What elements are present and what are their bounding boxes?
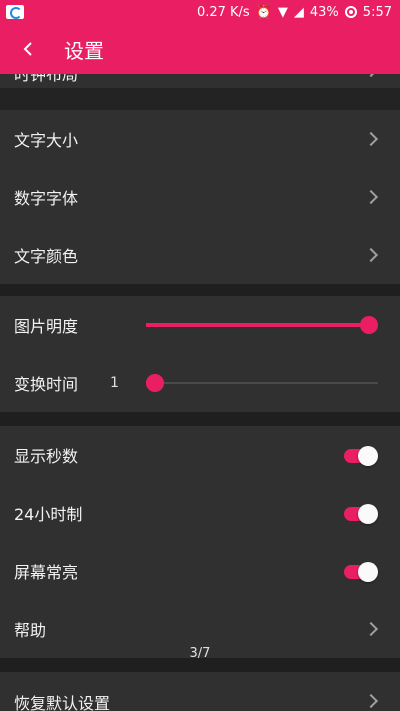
toggle-knob — [358, 562, 378, 582]
status-left — [6, 5, 24, 19]
chevron-right-icon — [363, 189, 379, 205]
status-bar: 0.27 K/s ⏰ ▼ ◢ 43% 5:57 — [0, 0, 400, 24]
notification-icon — [6, 5, 24, 19]
section-divider — [0, 412, 400, 426]
slider-thumb[interactable] — [146, 374, 164, 392]
settings-item-label: 文字大小 — [14, 131, 79, 150]
settings-item-label: 数字字体 — [14, 189, 79, 208]
chevron-right-icon — [363, 693, 379, 709]
settings-item-label: 文字颜色 — [14, 247, 79, 266]
settings-item-label: 时钟布局 — [14, 74, 79, 84]
settings-item-restore-defaults[interactable]: 恢复默认设置 — [0, 672, 400, 711]
screen-on-toggle[interactable] — [344, 562, 378, 582]
slider-track — [146, 382, 378, 384]
battery-circle-icon — [344, 6, 357, 18]
settings-list[interactable]: 时钟布局 文字大小 数字字体 文字颜色 图片明度 变换时间 1 显示秒数 24小… — [0, 74, 400, 711]
chevron-right-icon — [363, 131, 379, 147]
back-arrow-icon — [23, 42, 32, 56]
switch-time-value: 1 — [110, 375, 119, 391]
settings-item-label: 24小时制 — [14, 505, 83, 524]
settings-item-label: 显示秒数 — [14, 447, 79, 466]
chevron-right-icon — [363, 74, 379, 78]
section-divider — [0, 284, 400, 296]
app-bar: 设置 — [0, 24, 400, 74]
brightness-slider[interactable] — [146, 315, 378, 335]
clock-time: 5:57 — [362, 4, 392, 20]
settings-item-label: 图片明度 — [14, 317, 79, 336]
back-button[interactable] — [0, 24, 56, 74]
slider-fill — [146, 323, 369, 327]
network-speed: 0.27 K/s — [196, 4, 250, 20]
settings-item-screen-on[interactable]: 屏幕常亮 — [0, 542, 400, 600]
settings-item-text-size[interactable]: 文字大小 — [0, 110, 400, 168]
settings-item-switch-time[interactable]: 变换时间 1 — [0, 354, 400, 412]
settings-item-show-seconds[interactable]: 显示秒数 — [0, 426, 400, 484]
switch-time-slider[interactable] — [146, 373, 378, 393]
settings-item-label: 帮助 — [14, 621, 47, 640]
signal-icon: ◢ — [293, 4, 304, 20]
settings-item-label: 屏幕常亮 — [14, 563, 79, 582]
alarm-icon: ⏰ — [255, 4, 272, 20]
settings-item-label: 变换时间 — [14, 375, 79, 394]
settings-item-image-brightness[interactable]: 图片明度 — [0, 296, 400, 354]
toggle-knob — [358, 504, 378, 524]
chevron-right-icon — [363, 247, 379, 263]
page-title: 设置 — [64, 38, 104, 63]
settings-item-label: 恢复默认设置 — [14, 694, 111, 711]
settings-item-text-color[interactable]: 文字颜色 — [0, 226, 400, 284]
hour24-toggle[interactable] — [344, 504, 378, 524]
toggle-knob — [358, 446, 378, 466]
battery-level: 43% — [309, 4, 339, 20]
wifi-icon: ▼ — [277, 4, 288, 20]
show-seconds-toggle[interactable] — [344, 446, 378, 466]
status-right: 0.27 K/s ⏰ ▼ ◢ 43% 5:57 — [197, 5, 392, 20]
settings-item-24-hour[interactable]: 24小时制 — [0, 484, 400, 542]
settings-item-digit-font[interactable]: 数字字体 — [0, 168, 400, 226]
chevron-right-icon — [363, 621, 379, 637]
settings-item-clock-layout[interactable]: 时钟布局 — [0, 74, 400, 88]
slider-thumb[interactable] — [360, 316, 378, 334]
page-indicator: 3/7 — [189, 646, 211, 661]
